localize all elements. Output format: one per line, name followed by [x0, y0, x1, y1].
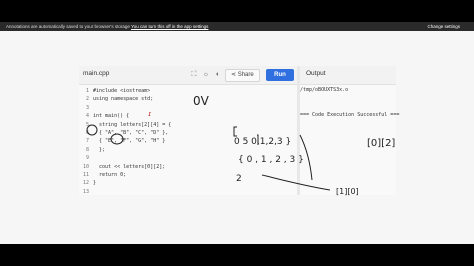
annotation-curve-2: [261, 174, 331, 191]
annotation-mark-red: ɾ: [148, 110, 152, 118]
annotation-0v: 0V: [193, 94, 210, 108]
annotation-index-10: [1][0]: [336, 187, 359, 196]
annotation-circle-1: [86, 124, 98, 136]
annotation-row-2: { 0 , 1 , 2 , 3 }: [238, 155, 304, 165]
annotation-row-1: 0 5 0,1,2,3 }: [234, 137, 291, 147]
bottom-letterbox: [0, 244, 474, 266]
annotation-bracket-1: [233, 126, 237, 137]
annotation-index-02: [0][2]: [367, 138, 395, 149]
handwritten-annotations: 0 5 0,1,2,3 } { 0 , 1 , 2 , 3 } 2 0V [0]…: [86, 94, 395, 196]
annotation-circle-2: [110, 133, 124, 145]
annotation-2: 2: [236, 174, 242, 184]
